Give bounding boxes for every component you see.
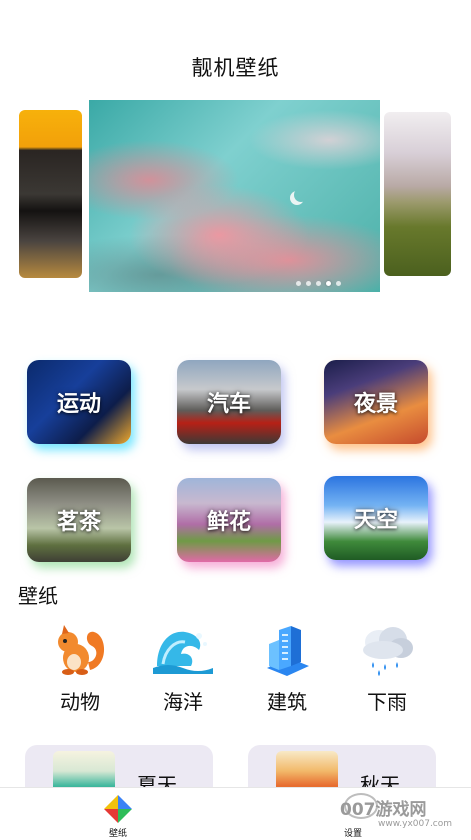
wallpaper-item-ocean[interactable]: 海洋 xyxy=(138,622,228,715)
category-label: 运动 xyxy=(56,392,101,417)
carousel-dot-active[interactable] xyxy=(326,281,331,286)
tab-wallpaper[interactable]: 壁纸 xyxy=(78,788,158,839)
carousel-current-card[interactable] xyxy=(89,100,380,292)
carousel-dot[interactable] xyxy=(306,281,311,286)
category-label: 夜景 xyxy=(353,392,398,417)
carousel-dot[interactable] xyxy=(336,281,341,286)
carousel-dot[interactable] xyxy=(296,281,301,286)
watermark-text: 007游戏网 xyxy=(340,800,427,820)
category-tea[interactable]: 茗茶 xyxy=(27,478,131,562)
wallpaper-item-building[interactable]: 建筑 xyxy=(242,622,332,715)
watermark-url: www.yx007.com xyxy=(378,819,453,829)
category-sport[interactable]: 运动 xyxy=(27,360,131,444)
moon-icon xyxy=(294,188,308,202)
carousel-next-card[interactable] xyxy=(384,112,451,276)
wave-icon xyxy=(153,622,213,678)
wallpaper-item-rain[interactable]: 下雨 xyxy=(342,622,432,715)
wallpaper-item-animal[interactable]: 动物 xyxy=(35,622,125,715)
category-flower[interactable]: 鲜花 xyxy=(177,478,281,562)
category-label: 汽车 xyxy=(206,392,251,417)
carousel-prev-card[interactable] xyxy=(19,110,82,278)
wallpaper-item-label: 建筑 xyxy=(267,690,307,714)
category-sky[interactable]: 天空 xyxy=(324,476,428,560)
category-label: 天空 xyxy=(353,508,398,533)
carousel-dot[interactable] xyxy=(316,281,321,286)
carousel-dots xyxy=(296,281,341,286)
category-night[interactable]: 夜景 xyxy=(324,360,428,444)
wallpaper-item-label: 动物 xyxy=(60,690,100,714)
page-title: 靓机壁纸 xyxy=(191,56,280,80)
category-car[interactable]: 汽车 xyxy=(177,360,281,444)
wallpaper-item-label: 下雨 xyxy=(367,690,407,714)
tab-label: 壁纸 xyxy=(108,829,127,839)
colorful-diamond-icon xyxy=(103,794,133,824)
building-icon xyxy=(257,622,317,678)
rain-cloud-icon xyxy=(357,622,417,678)
category-label: 茗茶 xyxy=(56,510,101,535)
wallpaper-item-label: 海洋 xyxy=(163,690,203,714)
wallpaper-section-title: 壁纸 xyxy=(18,584,58,608)
wallpaper-carousel[interactable] xyxy=(0,96,471,296)
squirrel-icon xyxy=(50,622,110,678)
category-label: 鲜花 xyxy=(206,510,251,535)
